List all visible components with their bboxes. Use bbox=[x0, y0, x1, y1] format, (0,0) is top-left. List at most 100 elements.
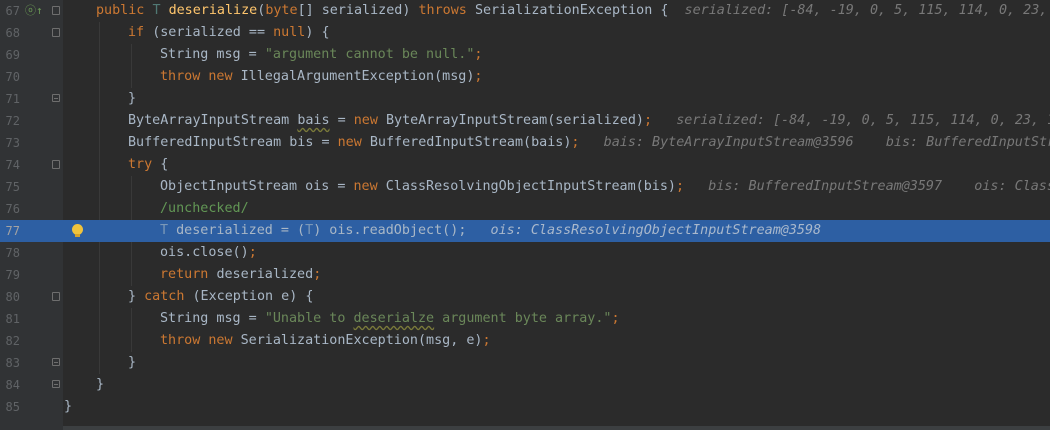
code-token: { bbox=[160, 157, 169, 172]
code-text: String msg = "Unable to deserialze argum… bbox=[160, 308, 620, 330]
code-line[interactable]: 73 BufferedInputStream bis = new Buffered… bbox=[0, 132, 1050, 154]
inline-debug-value: ois: ClassResolvingObjectInputStream@359… bbox=[466, 223, 822, 238]
code-line[interactable]: 83} bbox=[0, 352, 1050, 374]
code-token: catch bbox=[144, 289, 193, 304]
code-token: ois.close() bbox=[160, 245, 249, 260]
code-token: ; bbox=[675, 179, 685, 194]
code-line[interactable]: 84} bbox=[0, 374, 1050, 396]
code-line[interactable]: 78 ois.close(); bbox=[0, 242, 1050, 264]
code-line[interactable]: 76/unchecked/ bbox=[0, 198, 1050, 220]
code-token: ) ois.readObject() bbox=[313, 223, 459, 238]
code-token: ByteArrayInputStream bbox=[128, 113, 298, 128]
code-token: deserialze bbox=[353, 311, 435, 326]
inline-debug-value: bais: ByteArrayInputStream@3596 bis: Buf… bbox=[579, 135, 1050, 150]
code-editor[interactable]: 67 ⓞ↑ public T deserialize(byte[] serializ… bbox=[0, 0, 1050, 430]
code-text: } bbox=[128, 352, 136, 374]
line-number[interactable]: 72 bbox=[0, 110, 20, 132]
code-token: = bbox=[329, 113, 354, 128]
code-line[interactable]: 85} bbox=[0, 396, 1050, 418]
line-number[interactable]: 80 bbox=[0, 286, 20, 308]
fold-toggle-icon[interactable] bbox=[52, 160, 60, 169]
code-text: } bbox=[128, 88, 136, 110]
line-number[interactable]: 83 bbox=[0, 352, 20, 374]
code-token: "Unable to bbox=[264, 311, 354, 326]
code-text: } bbox=[64, 396, 72, 418]
horizontal-scrollbar[interactable] bbox=[63, 426, 1050, 430]
code-token: SerializationException(msg, e) bbox=[240, 333, 483, 348]
code-text: /unchecked/ bbox=[160, 198, 249, 220]
code-token: BufferedInputStream bis = bbox=[128, 135, 338, 150]
code-line[interactable]: 70 throw new IllegalArgumentException(msg… bbox=[0, 66, 1050, 88]
line-number[interactable]: 73 bbox=[0, 132, 20, 154]
line-number[interactable]: 68 bbox=[0, 22, 20, 44]
code-token: T bbox=[160, 223, 177, 238]
code-token: T bbox=[305, 223, 314, 238]
code-token: bais bbox=[297, 113, 330, 128]
fold-toggle-icon[interactable] bbox=[52, 94, 60, 102]
line-number[interactable]: 84 bbox=[0, 374, 20, 396]
line-number[interactable]: 77 bbox=[0, 220, 20, 242]
line-number[interactable]: 78 bbox=[0, 242, 20, 264]
code-token: ; bbox=[611, 311, 620, 326]
code-text: } bbox=[96, 374, 104, 396]
code-line[interactable]: 67 ⓞ↑ public T deserialize(byte[] serializ… bbox=[0, 0, 1050, 22]
code-token: T bbox=[152, 3, 169, 18]
line-number[interactable]: 79 bbox=[0, 264, 20, 286]
line-number[interactable]: 76 bbox=[0, 198, 20, 220]
line-number[interactable]: 67 bbox=[0, 0, 20, 22]
code-token: throws bbox=[418, 3, 475, 18]
code-token: String msg = bbox=[160, 311, 265, 326]
code-token: return bbox=[160, 267, 217, 282]
code-line[interactable]: 68 if (serialized == null) { bbox=[0, 22, 1050, 44]
code-token: } bbox=[96, 377, 105, 392]
code-token: BufferedInputStream(bais) bbox=[369, 135, 572, 150]
code-line[interactable]: 72 ByteArrayInputStream bais = new ByteAr… bbox=[0, 110, 1050, 132]
fold-toggle-icon[interactable] bbox=[52, 6, 60, 15]
code-token: ; bbox=[474, 69, 483, 84]
code-line[interactable]: 80} catch (Exception e) { bbox=[0, 286, 1050, 308]
line-number[interactable]: 75 bbox=[0, 176, 20, 198]
inline-debug-value: bis: BufferedInputStream@3597 ois: Class… bbox=[684, 179, 1050, 194]
fold-toggle-icon[interactable] bbox=[52, 292, 60, 301]
code-line[interactable]: 79 return deserialized; bbox=[0, 264, 1050, 286]
line-number[interactable]: 70 bbox=[0, 66, 20, 88]
line-number[interactable]: 71 bbox=[0, 88, 20, 110]
code-line[interactable]: 71} bbox=[0, 88, 1050, 110]
code-text: throw new SerializationException(msg, e)… bbox=[160, 330, 491, 352]
code-text: BufferedInputStream bis = new BufferedIn… bbox=[128, 132, 1050, 154]
code-token: argument byte array." bbox=[434, 311, 612, 326]
code-line[interactable]: 75 ObjectInputStream ois = new ClassResol… bbox=[0, 176, 1050, 198]
code-token: throw new bbox=[160, 69, 241, 84]
code-text: public T deserialize(byte[] serialized) … bbox=[96, 0, 1050, 22]
code-token: ; bbox=[643, 113, 653, 128]
code-token: ; bbox=[248, 245, 257, 260]
code-text: T deserialized = (T) ois.readObject(); o… bbox=[160, 220, 821, 242]
fold-toggle-icon[interactable] bbox=[52, 358, 60, 366]
line-number[interactable]: 85 bbox=[0, 396, 20, 418]
intention-bulb-icon[interactable] bbox=[72, 224, 83, 237]
code-token: } bbox=[128, 289, 145, 304]
code-line[interactable]: 69 String msg = "argument cannot be null.… bbox=[0, 44, 1050, 66]
fold-toggle-icon[interactable] bbox=[52, 28, 60, 37]
code-token: IllegalArgumentException(msg) bbox=[240, 69, 475, 84]
code-text: ObjectInputStream ois = new ClassResolvi… bbox=[160, 176, 1050, 198]
code-token: (serialized == bbox=[152, 25, 274, 40]
fold-toggle-icon[interactable] bbox=[52, 380, 60, 388]
code-text: if (serialized == null) { bbox=[128, 22, 330, 44]
code-line[interactable]: 77 T deserialized = (T) ois.readObject();… bbox=[0, 220, 1050, 242]
code-line[interactable]: 82 throw new SerializationException(msg, … bbox=[0, 330, 1050, 352]
line-number[interactable]: 82 bbox=[0, 330, 20, 352]
code-text: return deserialized; bbox=[160, 264, 321, 286]
code-token: ClassResolvingObjectInputStream(bis) bbox=[385, 179, 676, 194]
code-text: String msg = "argument cannot be null."; bbox=[160, 44, 482, 66]
override-implementation-icon[interactable]: ⓞ↑ bbox=[25, 0, 43, 22]
code-token: ObjectInputStream ois = bbox=[160, 179, 354, 194]
code-token: } bbox=[128, 91, 137, 106]
line-number[interactable]: 81 bbox=[0, 308, 20, 330]
code-line[interactable]: 74 try { bbox=[0, 154, 1050, 176]
line-number[interactable]: 74 bbox=[0, 154, 20, 176]
code-token: public bbox=[96, 3, 153, 18]
line-number[interactable]: 69 bbox=[0, 44, 20, 66]
code-token: null bbox=[273, 25, 306, 40]
code-line[interactable]: 81 String msg = "Unable to deserialze arg… bbox=[0, 308, 1050, 330]
